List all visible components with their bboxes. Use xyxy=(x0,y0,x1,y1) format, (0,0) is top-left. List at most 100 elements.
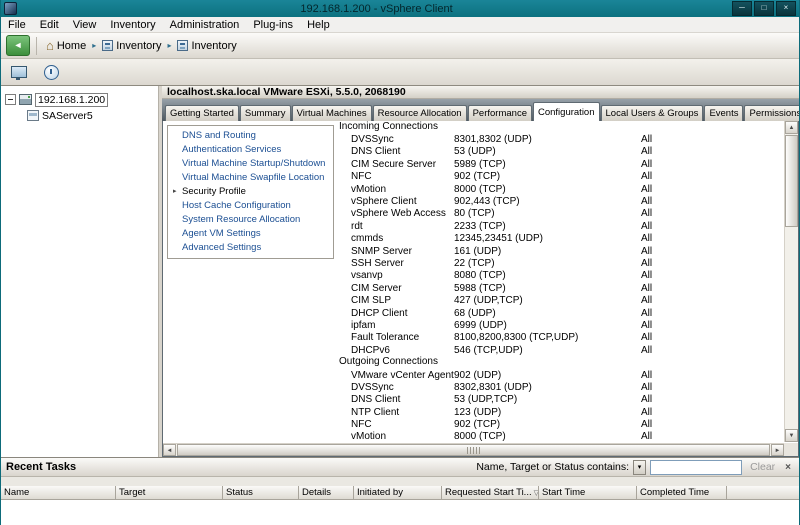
firewall-rule-row[interactable]: DHCPv6 546 (TCP,UDP) All xyxy=(339,344,782,356)
tab[interactable]: Configuration xyxy=(532,102,600,121)
clear-button[interactable]: Clear xyxy=(750,461,775,473)
allowed-ips: All xyxy=(641,307,653,319)
column-label: Status xyxy=(226,487,253,498)
firewall-rule-row[interactable]: vsanvp 8080 (TCP) All xyxy=(339,270,782,282)
horizontal-scrollbar[interactable]: ◄ ► xyxy=(163,443,784,456)
allowed-ips: All xyxy=(641,282,653,294)
firewall-rule-row[interactable]: NFC 902 (TCP) All xyxy=(339,418,782,430)
firewall-rule-row[interactable]: SNMP Server 161 (UDP) All xyxy=(339,245,782,257)
menu-item[interactable]: View xyxy=(66,18,104,32)
tab[interactable]: Permissions xyxy=(744,105,799,121)
tab[interactable]: Resource Allocation xyxy=(372,105,467,121)
service-name: DNS Client xyxy=(351,146,401,158)
menu-item[interactable]: Edit xyxy=(33,18,66,32)
scroll-up-icon[interactable]: ▲ xyxy=(785,121,798,134)
task-column-header[interactable]: Name xyxy=(1,486,116,499)
firewall-rule-row[interactable]: SSH Server 22 (TCP) All xyxy=(339,257,782,269)
tab[interactable]: Virtual Machines xyxy=(291,105,372,121)
close-panel-icon[interactable]: × xyxy=(785,462,791,473)
column-label: Requested Start Ti... xyxy=(445,487,532,498)
firewall-rule-row[interactable]: cmmds 12345,23451 (UDP) All xyxy=(339,233,782,245)
toolbar-action-button-1[interactable] xyxy=(7,61,31,83)
service-ports: 8000 (TCP) xyxy=(454,183,506,195)
software-menu-item[interactable]: ▸Virtual Machine Swapfile Location xyxy=(168,171,333,185)
menu-item[interactable]: Help xyxy=(300,18,337,32)
menu-item[interactable]: Plug-ins xyxy=(246,18,300,32)
recent-tasks-header: Recent Tasks Name, Target or Status cont… xyxy=(1,457,799,477)
minimize-button[interactable]: ─ xyxy=(732,1,752,16)
service-name: DVSSync xyxy=(351,134,394,146)
allowed-ips: All xyxy=(641,220,653,232)
firewall-rule-row[interactable]: CIM Server 5988 (TCP) All xyxy=(339,282,782,294)
vertical-scrollbar-thumb[interactable] xyxy=(785,135,798,227)
filter-input[interactable] xyxy=(650,459,743,475)
task-column-header[interactable]: Completed Time xyxy=(637,486,727,499)
task-column-header[interactable]: Status xyxy=(223,486,299,499)
software-menu-item[interactable]: ▸Authentication Services xyxy=(168,143,333,157)
task-column-header[interactable]: Start Time xyxy=(539,486,637,499)
task-column-header[interactable]: Initiated by xyxy=(354,486,442,499)
allowed-ips: All xyxy=(641,369,653,381)
software-menu-item[interactable]: ▸ Security Profile xyxy=(168,185,333,199)
software-menu-label: Agent VM Settings xyxy=(182,228,261,239)
collapse-toggle-icon[interactable] xyxy=(5,94,16,105)
service-ports: 12345,23451 (UDP) xyxy=(454,233,543,245)
firewall-rule-row[interactable]: NFC 902 (TCP) All xyxy=(339,171,782,183)
service-ports: 902 (UDP) xyxy=(454,369,502,381)
incoming-connections-header: Incoming Connections xyxy=(339,121,438,132)
menu-item[interactable]: Administration xyxy=(163,18,247,32)
software-menu-item[interactable]: ▸Host Cache Configuration xyxy=(168,199,333,213)
tab[interactable]: Summary xyxy=(239,105,291,121)
firewall-rule-row[interactable]: vMotion 8000 (TCP) All xyxy=(339,431,782,443)
tab[interactable]: Performance xyxy=(467,105,532,121)
software-menu-item[interactable]: ▸Advanced Settings xyxy=(168,241,333,255)
tree-node-vm[interactable]: SAServer5 xyxy=(27,108,158,123)
menu-item[interactable]: Inventory xyxy=(103,18,162,32)
menu-item[interactable]: File xyxy=(1,18,33,32)
service-ports: 53 (UDP,TCP) xyxy=(454,394,518,406)
horizontal-scrollbar-thumb[interactable] xyxy=(177,444,770,456)
firewall-rule-row[interactable]: DNS Client 53 (UDP,TCP) All xyxy=(339,394,782,406)
firewall-rule-row[interactable]: CIM Secure Server 5989 (TCP) All xyxy=(339,158,782,170)
firewall-rule-row[interactable]: Fault Tolerance 8100,8200,8300 (TCP,UDP)… xyxy=(339,332,782,344)
task-column-header[interactable]: Target xyxy=(116,486,223,499)
software-menu-item[interactable]: ▸DNS and Routing xyxy=(168,129,333,143)
task-column-header[interactable]: Requested Start Ti... ▽ xyxy=(442,486,539,499)
firewall-rule-row[interactable]: vSphere Web Access 80 (TCP) All xyxy=(339,208,782,220)
firewall-rule-row[interactable]: CIM SLP 427 (UDP,TCP) All xyxy=(339,294,782,306)
vertical-scrollbar[interactable]: ▲ ▼ xyxy=(784,121,798,442)
tree-child-label: SAServer5 xyxy=(42,109,93,122)
breadcrumb-home[interactable]: ⌂ Home xyxy=(43,38,89,53)
firewall-rule-row[interactable]: DNS Client 53 (UDP) All xyxy=(339,146,782,158)
firewall-rule-row[interactable]: DVSSync 8302,8301 (UDP) All xyxy=(339,381,782,393)
firewall-rule-row[interactable]: DHCP Client 68 (UDP) All xyxy=(339,307,782,319)
firewall-rule-row[interactable]: vMotion 8000 (TCP) All xyxy=(339,183,782,195)
firewall-rule-row[interactable]: NTP Client 123 (UDP) All xyxy=(339,406,782,418)
scroll-left-icon[interactable]: ◄ xyxy=(163,444,176,456)
toolbar-action-button-2[interactable] xyxy=(39,61,63,83)
software-menu-item[interactable]: ▸Agent VM Settings xyxy=(168,227,333,241)
firewall-rule-row[interactable]: VMware vCenter Agent 902 (UDP) All xyxy=(339,369,782,381)
firewall-rule-row[interactable]: DVSSync 8301,8302 (UDP) All xyxy=(339,133,782,145)
breadcrumb-inventory-1[interactable]: Inventory xyxy=(99,39,164,53)
tab[interactable]: Events xyxy=(704,105,744,121)
allowed-ips: All xyxy=(641,394,653,406)
software-menu-item[interactable]: ▸Virtual Machine Startup/Shutdown xyxy=(168,157,333,171)
maximize-button[interactable]: □ xyxy=(754,1,774,16)
firewall-rule-row[interactable]: vSphere Client 902,443 (TCP) All xyxy=(339,195,782,207)
back-button[interactable]: ◄ xyxy=(6,35,30,56)
scroll-down-icon[interactable]: ▼ xyxy=(785,429,798,442)
tab[interactable]: Getting Started xyxy=(165,105,239,121)
tab[interactable]: Local Users & Groups xyxy=(600,105,704,121)
breadcrumb-inventory-2[interactable]: Inventory xyxy=(174,39,239,53)
software-menu-label: Virtual Machine Swapfile Location xyxy=(182,172,325,183)
filter-dropdown-button[interactable]: ▾ xyxy=(633,459,647,475)
firewall-rule-row[interactable]: ipfam 6999 (UDP) All xyxy=(339,319,782,331)
close-button[interactable]: × xyxy=(776,1,796,16)
software-menu-item[interactable]: ▸System Resource Allocation xyxy=(168,213,333,227)
task-column-header[interactable]: Details xyxy=(299,486,354,499)
scroll-right-icon[interactable]: ► xyxy=(771,444,784,456)
service-name: CIM Server xyxy=(351,282,402,294)
firewall-rule-row[interactable]: rdt 2233 (TCP) All xyxy=(339,220,782,232)
tree-node-host[interactable]: 192.168.1.200 xyxy=(1,92,158,107)
